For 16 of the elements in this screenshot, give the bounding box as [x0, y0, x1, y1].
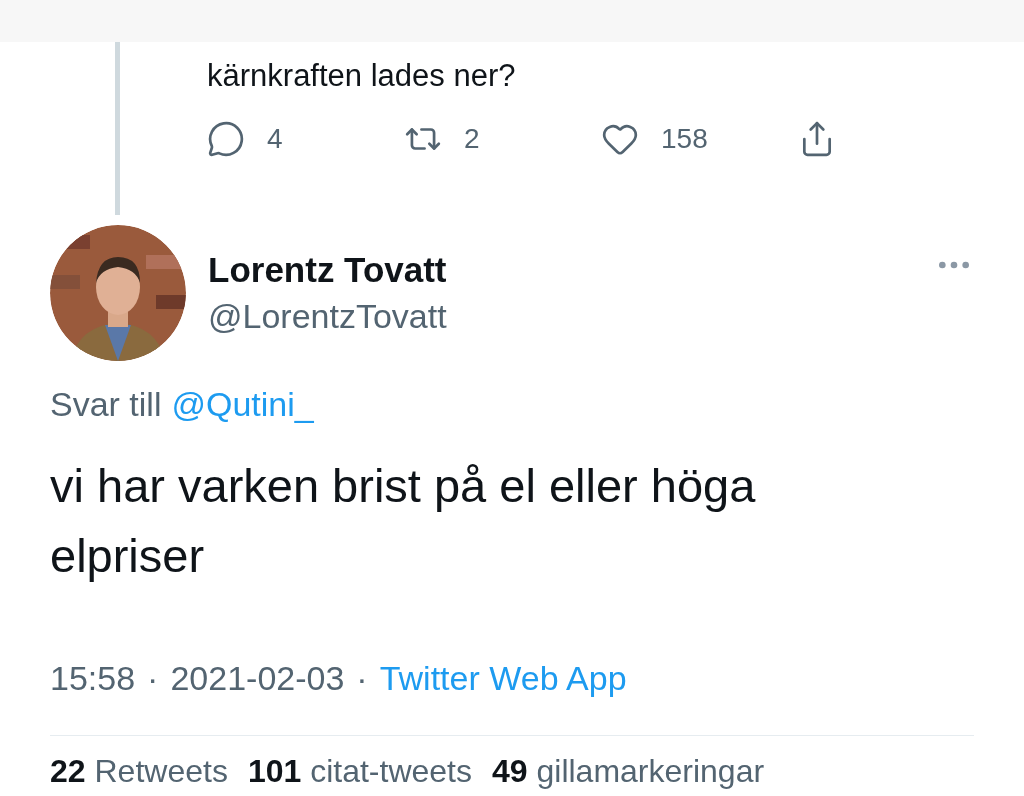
tweet-date: 2021-02-03	[170, 658, 345, 699]
stat-link[interactable]: 101 citat-tweets	[247, 752, 472, 790]
stat-link[interactable]: 49 gillamarkeringar	[492, 752, 765, 790]
user-handle[interactable]: @LorentzTovatt	[208, 293, 447, 339]
action-count: 158	[661, 122, 708, 156]
display-name[interactable]: Lorentz Tovatt	[208, 247, 447, 293]
action-count: 2	[464, 122, 480, 156]
tweet-text: kärnkraften lades ner?	[207, 57, 517, 95]
speech-bubble-icon[interactable]	[207, 120, 245, 158]
action-count: 4	[267, 122, 283, 156]
separator-dot: ·	[356, 658, 368, 699]
tweet-text: vi har varken brist på el eller höga elpriser	[49, 458, 757, 584]
tweet-time: 15:58	[50, 658, 136, 699]
stat-link[interactable]: 22 Retweets	[50, 752, 228, 790]
reply-label: Svar till	[50, 384, 162, 425]
separator-dot: ·	[147, 658, 159, 699]
